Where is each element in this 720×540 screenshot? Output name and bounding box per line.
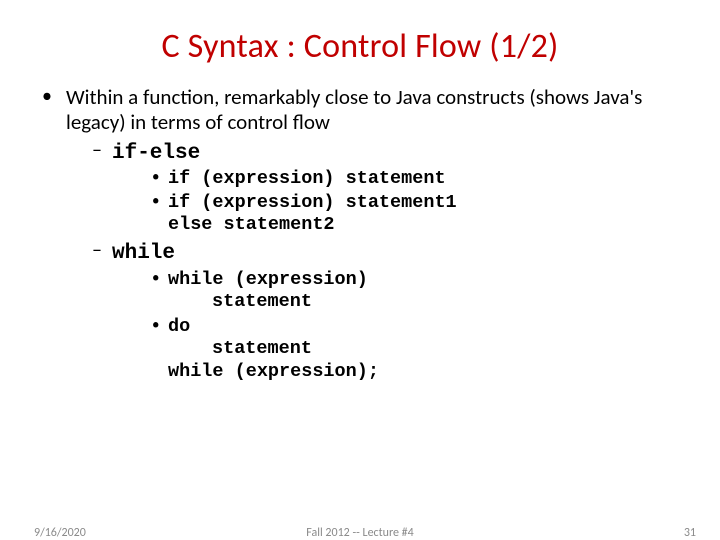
footer-page-number: 31	[684, 526, 696, 540]
slide: C Syntax : Control Flow (1/2) Within a f…	[0, 0, 720, 540]
slide-body: Within a function, remarkably close to J…	[0, 75, 720, 384]
code-line: while (expression);	[112, 361, 684, 384]
section-while: while while (expression) statement do st…	[66, 239, 684, 384]
code-line: do	[112, 316, 684, 339]
code-line: if (expression) statement	[112, 168, 684, 191]
bullet-main: Within a function, remarkably close to J…	[36, 85, 684, 384]
section-if-else-label: if-else	[112, 142, 200, 165]
code-line: statement	[112, 291, 684, 314]
footer-center: Fall 2012 -- Lecture #4	[0, 526, 720, 540]
bullet-main-text: Within a function, remarkably close to J…	[66, 84, 642, 135]
code-line: if (expression) statement1	[112, 192, 684, 215]
code-line: while (expression)	[112, 269, 684, 292]
section-while-label: while	[112, 242, 175, 265]
section-if-else: if-else if (expression) statement if (ex…	[66, 139, 684, 237]
code-line: else statement2	[112, 214, 684, 237]
slide-title: C Syntax : Control Flow (1/2)	[0, 0, 720, 75]
code-line: statement	[112, 338, 684, 361]
